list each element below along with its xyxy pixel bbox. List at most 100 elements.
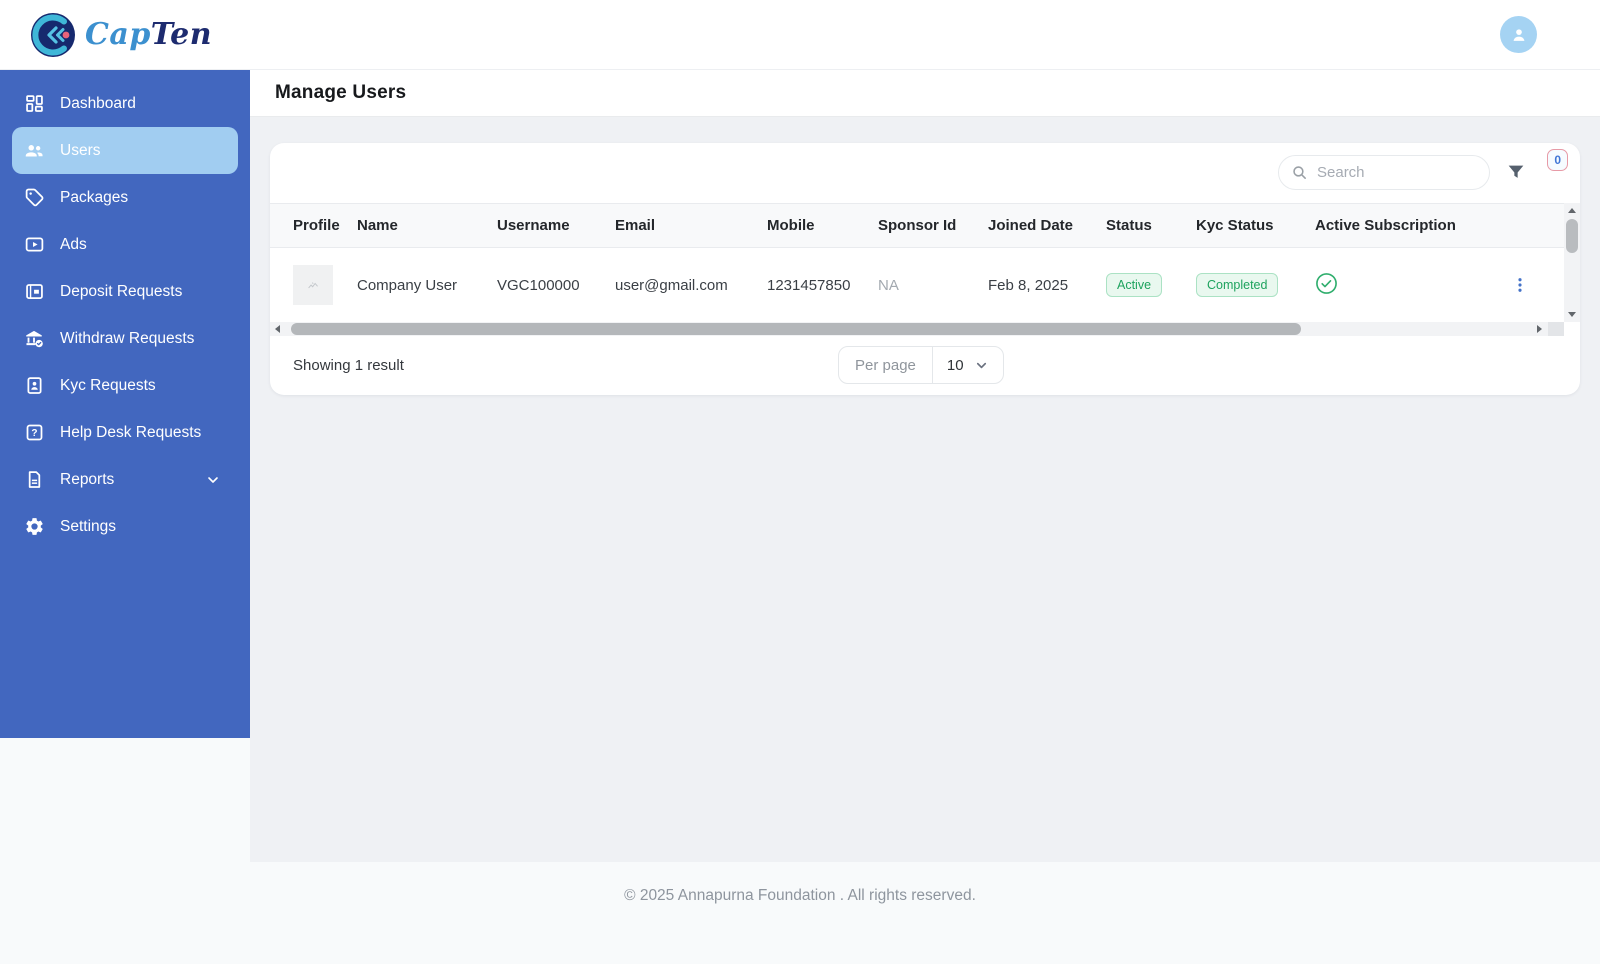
per-page-value: 10	[946, 356, 964, 374]
sidebar-item-label: Kyc Requests	[60, 376, 156, 394]
column-header-mobile: Mobile	[767, 217, 815, 234]
dashboard-icon	[23, 93, 45, 115]
scroll-right-arrow[interactable]	[1537, 325, 1543, 333]
row-actions-cell	[1475, 271, 1564, 299]
status-badge: Active	[1106, 273, 1163, 297]
chevron-down-icon	[205, 472, 227, 488]
brand-part-cap: Cap	[85, 17, 151, 52]
ads-icon	[23, 234, 45, 256]
search-input[interactable]	[1278, 155, 1490, 190]
users-icon	[23, 140, 45, 162]
sidebar-item-label: Packages	[60, 188, 129, 206]
page-title: Manage Users	[275, 82, 407, 103]
column-header-active-subscription: Active Subscription	[1315, 217, 1456, 234]
sidebar-item-label: Users	[60, 141, 101, 159]
sidebar-item-withdraw-requests[interactable]: Withdraw Requests	[12, 315, 238, 362]
search-box	[1278, 155, 1490, 190]
sidebar-item-deposit-requests[interactable]: Deposit Requests	[12, 268, 238, 315]
horizontal-scrollbar-row	[270, 322, 1564, 336]
id-document-icon	[23, 375, 45, 397]
main-content: Manage Users 0	[250, 70, 1600, 862]
horizontal-scrollbar[interactable]	[270, 322, 1549, 336]
username-cell: VGC100000	[497, 276, 580, 294]
kyc-status-cell: Completed	[1196, 273, 1315, 297]
sidebar-item-reports[interactable]: Reports	[12, 456, 238, 503]
users-table: Profile Name Username Email Mobile Spons…	[270, 203, 1580, 336]
table-row: Company User VGC100000 user@gmail.com 12…	[270, 248, 1564, 322]
sidebar-item-kyc-requests[interactable]: Kyc Requests	[12, 362, 238, 409]
report-icon	[23, 469, 45, 491]
brand-wordmark: CapTen	[85, 17, 212, 52]
sidebar: Dashboard Users Packages Ads Deposit Req…	[0, 70, 250, 738]
per-page-label: Per page	[839, 347, 933, 383]
active-subscription-cell	[1315, 272, 1475, 299]
sidebar-item-packages[interactable]: Packages	[12, 174, 238, 221]
sidebar-item-label: Reports	[60, 470, 115, 488]
svg-text:?: ?	[31, 428, 37, 439]
email-cell: user@gmail.com	[615, 276, 728, 294]
page-title-bar: Manage Users	[250, 70, 1600, 117]
column-header-profile: Profile	[293, 217, 340, 234]
table-scroll-area: Profile Name Username Email Mobile Spons…	[270, 203, 1564, 336]
search-icon	[1293, 166, 1306, 179]
scroll-down-arrow[interactable]	[1568, 312, 1576, 317]
joined-date-cell: Feb 8, 2025	[988, 276, 1069, 294]
column-header-name: Name	[357, 217, 398, 234]
table-toolbar: 0	[270, 143, 1580, 203]
bank-check-icon	[23, 328, 45, 350]
app-root: CapTen Dashboard Users Packages Ads Depo…	[0, 0, 1600, 964]
chevron-down-icon	[976, 362, 986, 368]
sidebar-item-help-desk-requests[interactable]: ? Help Desk Requests	[12, 409, 238, 456]
horizontal-scrollbar-thumb[interactable]	[291, 323, 1301, 335]
scroll-left-arrow[interactable]	[275, 325, 280, 333]
sidebar-item-label: Help Desk Requests	[60, 423, 202, 441]
sidebar-item-users[interactable]: Users	[12, 127, 238, 174]
broken-image-icon	[307, 281, 318, 288]
sidebar-item-label: Deposit Requests	[60, 282, 183, 300]
column-header-username: Username	[497, 217, 570, 234]
column-header-status: Status	[1106, 217, 1152, 234]
brand-logo[interactable]: CapTen	[30, 12, 212, 58]
user-avatar-button[interactable]	[1500, 16, 1537, 53]
sidebar-item-label: Dashboard	[60, 94, 136, 112]
sidebar-item-dashboard[interactable]: Dashboard	[12, 80, 238, 127]
brand-part-ten: Ten	[150, 17, 213, 52]
status-cell: Active	[1106, 273, 1196, 297]
capten-logo-icon	[31, 12, 75, 57]
scroll-up-arrow[interactable]	[1568, 208, 1576, 213]
vertical-scrollbar-thumb[interactable]	[1566, 219, 1578, 253]
vertical-scrollbar[interactable]	[1564, 203, 1580, 322]
help-icon: ?	[23, 422, 45, 444]
filter-funnel-icon	[1508, 165, 1524, 178]
column-header-email: Email	[615, 217, 656, 234]
deposit-icon	[23, 281, 45, 303]
sidebar-item-label: Withdraw Requests	[60, 329, 195, 347]
scrollbar-corner	[1548, 322, 1564, 336]
sidebar-item-ads[interactable]: Ads	[12, 221, 238, 268]
table-header-row: Profile Name Username Email Mobile Spons…	[270, 203, 1564, 248]
results-summary: Showing 1 result	[293, 357, 404, 374]
sidebar-item-settings[interactable]: Settings	[12, 503, 238, 550]
mobile-cell: 1231457850	[767, 276, 851, 294]
column-header-joined-date: Joined Date	[988, 217, 1074, 234]
sponsor-id-cell: NA	[878, 276, 899, 294]
filter-count-badge: 0	[1547, 149, 1568, 171]
per-page-selector[interactable]: Per page 10	[838, 346, 1004, 384]
profile-image-placeholder	[293, 265, 333, 305]
kyc-status-badge: Completed	[1196, 273, 1279, 297]
user-icon	[1513, 28, 1524, 41]
top-header: CapTen	[0, 0, 1600, 70]
filter-button[interactable]	[1504, 160, 1528, 184]
kebab-menu-icon	[1517, 278, 1522, 292]
name-cell: Company User	[357, 276, 458, 294]
users-card: 0 Profile Name Username Email Mobile Spo…	[270, 143, 1580, 395]
copyright-text: © 2025 Annapurna Foundation . All rights…	[624, 887, 976, 904]
sidebar-item-label: Settings	[60, 517, 117, 535]
table-footer: Showing 1 result Per page 10	[270, 336, 1580, 395]
per-page-value-control[interactable]: 10	[933, 347, 1003, 383]
profile-cell	[270, 265, 357, 305]
row-menu-button[interactable]	[1506, 271, 1534, 299]
check-circle-icon	[1316, 272, 1337, 294]
column-header-kyc-status: Kyc Status	[1196, 217, 1274, 234]
column-header-sponsor-id: Sponsor Id	[878, 217, 957, 234]
